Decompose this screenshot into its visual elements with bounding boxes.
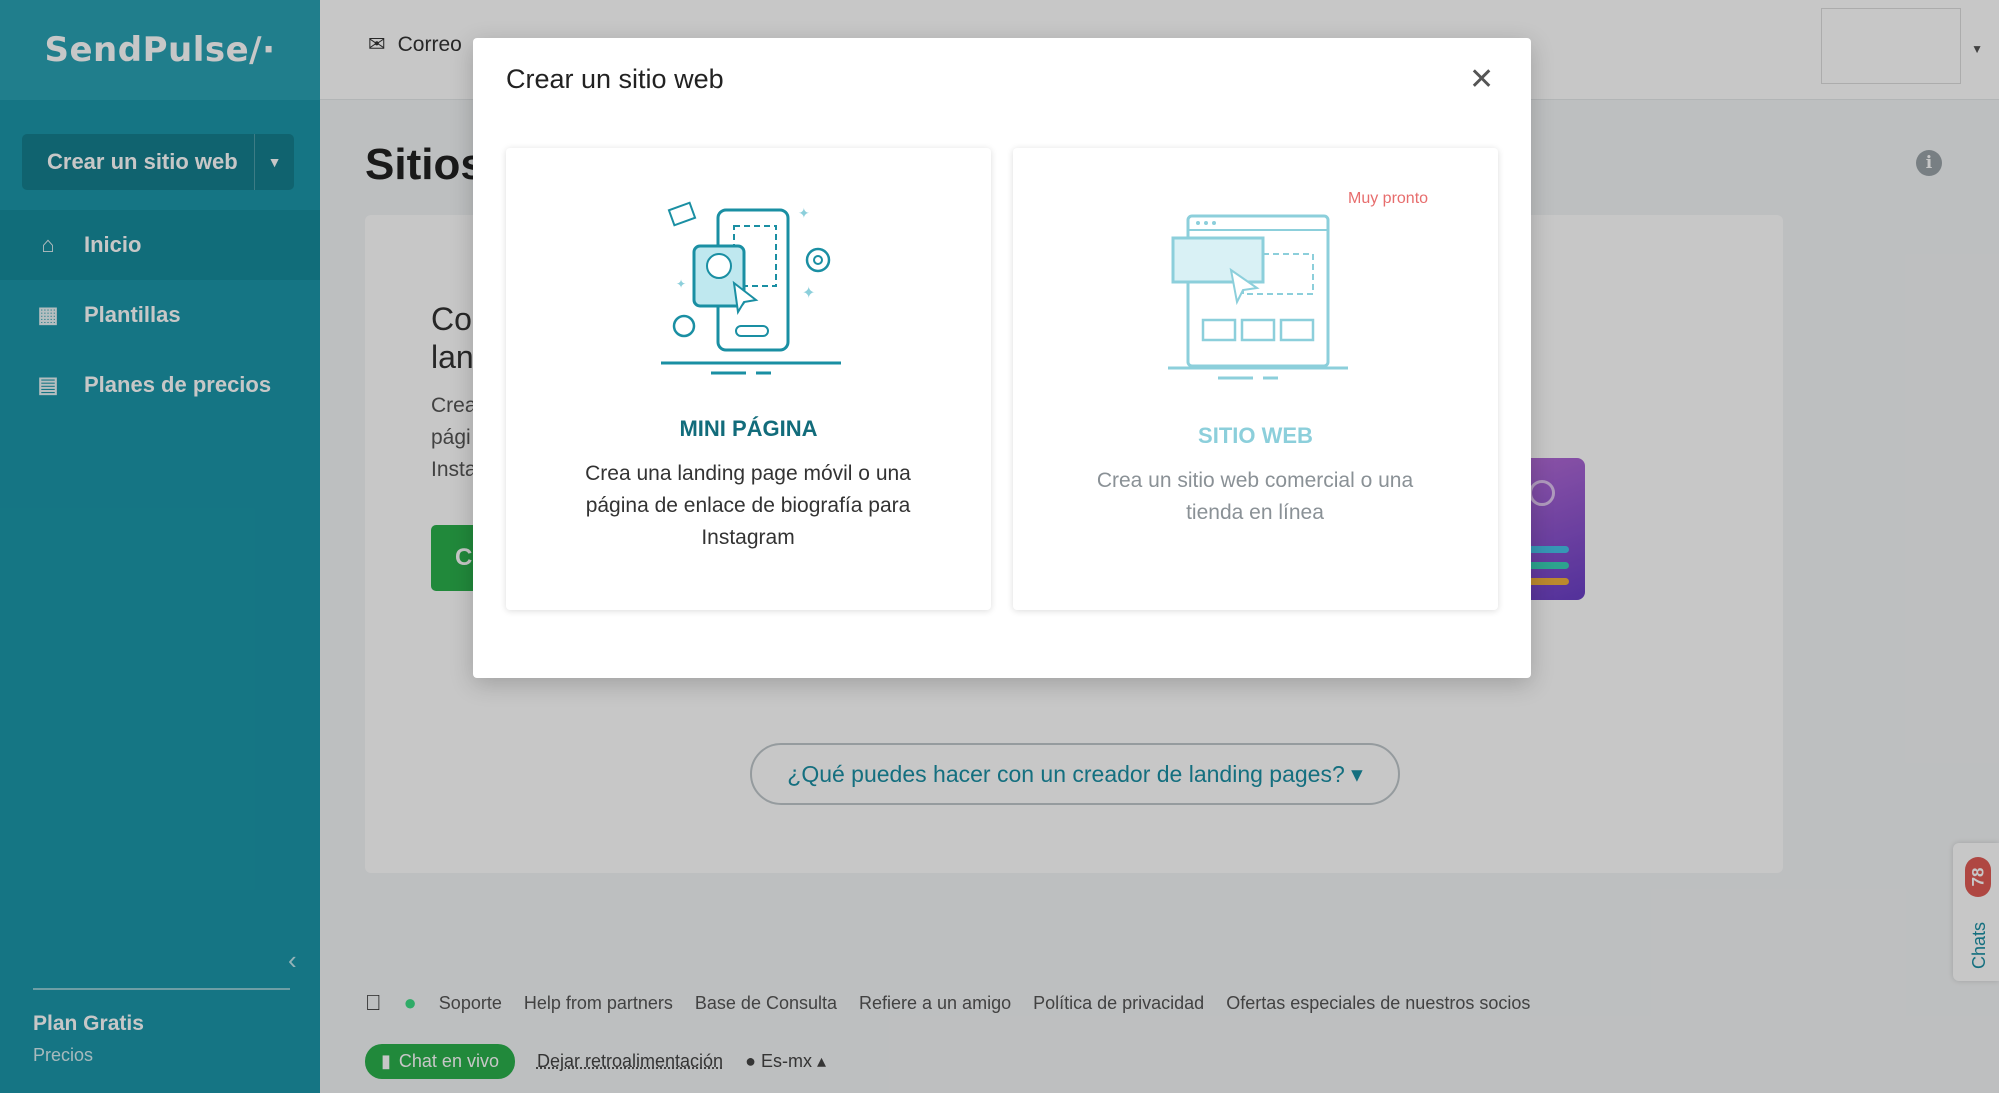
option-title: SITIO WEB — [1198, 423, 1313, 448]
option-description: Crea una landing page móvil o una página… — [585, 462, 911, 549]
option-description: Crea un sitio web comercial o una tienda… — [1096, 469, 1414, 524]
option-title: MINI PÁGINA — [679, 416, 818, 441]
svg-text:✦: ✦ — [676, 277, 686, 291]
website-illustration — [1168, 214, 1348, 380]
option-mini-page[interactable]: ✦ ✦ ✦ MINI PÁGINA Crea una landing page … — [506, 148, 991, 610]
svg-text:✦: ✦ — [802, 285, 815, 302]
close-icon[interactable]: ✕ — [1469, 62, 1494, 97]
svg-text:✦: ✦ — [798, 205, 810, 221]
option-website[interactable]: Muy pronto SITIO WEB Crea un sitio web c… — [1013, 148, 1498, 610]
coming-soon-badge: Muy pronto — [1348, 190, 1429, 207]
create-site-modal: Crear un sitio web ✕ ✦ ✦ ✦ MINI PÁGINA C… — [473, 38, 1531, 678]
mobile-page-illustration: ✦ ✦ ✦ — [661, 201, 841, 375]
modal-title: Crear un sitio web — [506, 64, 724, 94]
